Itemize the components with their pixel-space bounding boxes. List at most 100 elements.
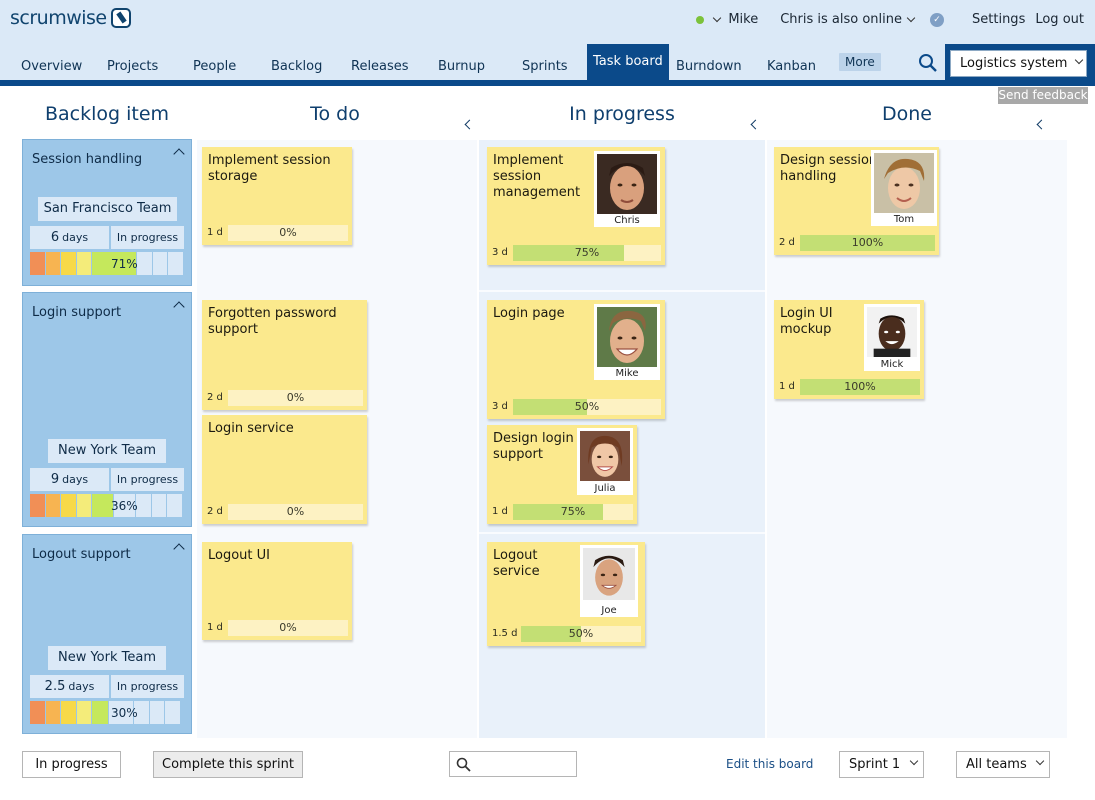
task-title: Login service (208, 421, 294, 436)
task-card[interactable]: Logout service Joe 1.5 d 50% (487, 542, 645, 646)
nav-overview[interactable]: Overview (21, 53, 82, 80)
progress-segment (149, 701, 164, 724)
logout-link[interactable]: Log out (1035, 12, 1084, 27)
task-footer: 3 d 75% (491, 245, 661, 261)
assignee-name: Joe (601, 605, 617, 616)
assignee[interactable]: Julia (577, 428, 633, 495)
chevron-up-icon[interactable] (173, 148, 185, 160)
complete-sprint-button[interactable]: Complete this sprint (153, 751, 303, 778)
story-title: Login support (32, 305, 122, 320)
backlog-item-session-handling[interactable]: Session handling San Francisco Team 6 day… (22, 139, 192, 286)
task-progress-label: 50% (568, 627, 594, 640)
col-done: Done (882, 103, 932, 125)
task-card[interactable]: Login page Mike 3 d 50% (487, 300, 665, 419)
assignee[interactable]: Mick (864, 304, 920, 371)
progress-segment (30, 252, 45, 275)
user-menu[interactable]: Mike (728, 12, 758, 27)
state-badge[interactable]: In progress (111, 675, 184, 698)
task-footer: 2 d 0% (206, 390, 363, 406)
nav-more[interactable]: More (839, 53, 881, 71)
task-card[interactable]: Design login support Julia 1 d 75% (487, 425, 637, 524)
task-estimate: 2 d (779, 237, 795, 248)
progress-segment (92, 494, 113, 517)
task-card[interactable]: Design session handling Tom 2 d 100% (774, 147, 939, 255)
task-estimate: 3 d (492, 247, 508, 258)
presence-menu[interactable]: Chris is also online (780, 12, 902, 27)
task-card[interactable]: Implement session storage 1 d 0% (202, 147, 352, 245)
chevron-up-icon[interactable] (173, 543, 185, 555)
teams-select-label: All teams (966, 757, 1027, 772)
team-badge[interactable]: New York Team (48, 439, 166, 463)
progress-segment (151, 494, 166, 517)
estimate-box: 2.5 days (30, 675, 109, 698)
backlog-item-login-support[interactable]: Login support New York Team 9 days In pro… (22, 292, 192, 527)
nav-sprints[interactable]: Sprints (522, 53, 568, 80)
send-feedback-button[interactable]: Send feedback (998, 87, 1088, 104)
chevron-down-icon[interactable] (906, 13, 916, 23)
chevron-down-icon[interactable] (713, 13, 722, 23)
search-icon[interactable] (918, 53, 938, 73)
nav-kanban[interactable]: Kanban (767, 53, 816, 80)
col-in-progress: In progress (569, 103, 675, 125)
assignee[interactable]: Joe (580, 545, 638, 617)
board-search-input[interactable] (449, 751, 577, 777)
task-title: Implement session storage (208, 153, 331, 184)
teams-select[interactable]: All teams (956, 751, 1050, 778)
progress-segment (61, 252, 76, 275)
task-title: Login UI mockup (780, 306, 833, 337)
progress-segment (92, 701, 108, 724)
nav-releases[interactable]: Releases (351, 53, 409, 80)
task-card[interactable]: Implement session management Chris 3 d 7… (487, 147, 665, 265)
edit-board-link[interactable]: Edit this board (726, 757, 813, 771)
task-footer: 1 d 0% (206, 225, 348, 241)
progress-segment (45, 252, 60, 275)
assignee[interactable]: Chris (594, 151, 660, 227)
state-badge[interactable]: In progress (111, 468, 184, 491)
chevron-down-icon (909, 756, 919, 766)
nav-burnup[interactable]: Burnup (438, 53, 485, 80)
task-progress-label: 75% (574, 246, 600, 259)
team-badge[interactable]: San Francisco Team (38, 197, 177, 221)
main-nav: Overview Projects People Backlog Release… (0, 44, 1095, 86)
settings-link[interactable]: Settings (972, 12, 1025, 27)
story-progress-label: 71% (111, 257, 138, 271)
task-progress-bar: 50% (513, 399, 661, 415)
nav-burndown[interactable]: Burndown (676, 53, 742, 80)
chevron-down-icon (1074, 55, 1084, 65)
task-estimate: 2 d (207, 506, 223, 517)
collapse-in-progress-icon[interactable] (749, 119, 759, 131)
assignee[interactable]: Tom (871, 150, 937, 226)
progress-segment (137, 252, 152, 275)
assignee[interactable]: Mike (594, 304, 660, 380)
progress-segment (152, 252, 167, 275)
task-card[interactable]: Login service 2 d 0% (202, 415, 367, 524)
chevron-down-icon (1035, 756, 1045, 766)
logo[interactable]: scrumwise (10, 7, 131, 29)
nav-backlog[interactable]: Backlog (271, 53, 322, 80)
top-right-menu: Mike Chris is also online ✓ Settings Log… (696, 12, 1084, 27)
task-estimate: 1 d (207, 227, 223, 238)
state-badge[interactable]: In progress (111, 226, 184, 249)
task-footer: 2 d 0% (206, 504, 363, 520)
backlog-item-logout-support[interactable]: Logout support New York Team 2.5 days In … (22, 534, 192, 734)
collapse-done-icon[interactable] (1035, 119, 1045, 131)
task-card[interactable]: Forgotten password support 2 d 0% (202, 300, 367, 410)
sprint-state-button[interactable]: In progress (22, 751, 121, 778)
task-progress-label: 0% (279, 226, 297, 239)
sprint-select[interactable]: Sprint 1 (839, 751, 924, 778)
project-select[interactable]: Logistics system (950, 50, 1087, 77)
task-estimate: 1.5 d (492, 628, 518, 639)
check-icon[interactable]: ✓ (930, 12, 945, 27)
nav-people[interactable]: People (193, 53, 236, 80)
team-badge[interactable]: New York Team (48, 646, 166, 670)
nav-task-board[interactable]: Task board (587, 44, 669, 80)
task-card[interactable]: Login UI mockup Mick 1 d 100% (774, 300, 924, 399)
nav-projects[interactable]: Projects (107, 53, 158, 80)
chevron-up-icon[interactable] (173, 301, 185, 313)
progress-segment (76, 252, 91, 275)
progress-segment (136, 494, 151, 517)
task-progress-label: 100% (844, 380, 876, 393)
progress-segment (30, 494, 45, 517)
collapse-todo-icon[interactable] (463, 119, 473, 131)
task-card[interactable]: Logout UI 1 d 0% (202, 542, 352, 640)
